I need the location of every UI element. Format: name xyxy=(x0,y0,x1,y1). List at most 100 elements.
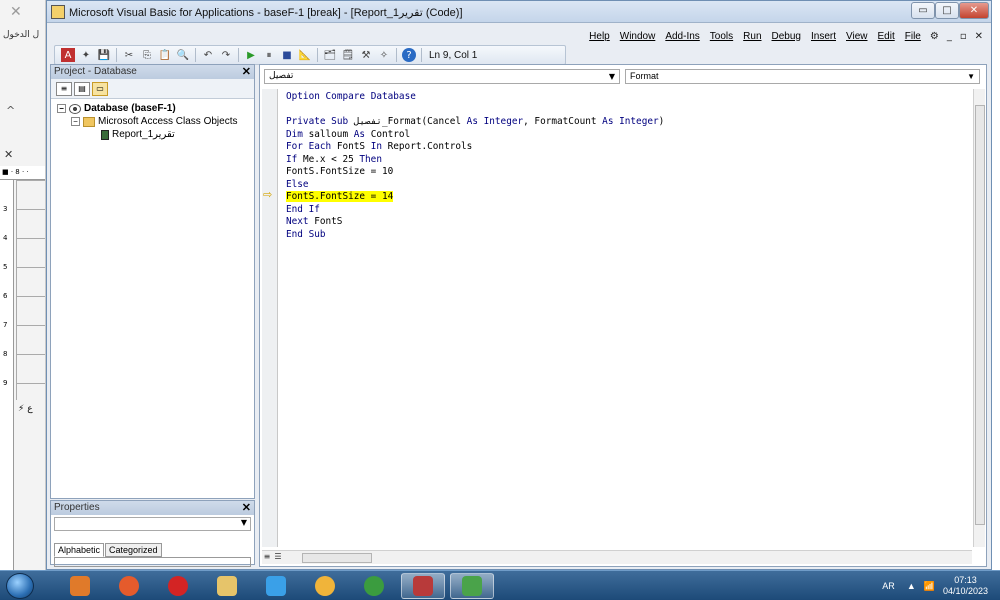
menu-tools[interactable]: Tools xyxy=(705,31,738,42)
menu-window[interactable]: Window xyxy=(615,31,661,42)
paste-icon[interactable]: 📋 xyxy=(158,48,172,62)
undo-icon[interactable]: ↶ xyxy=(201,48,215,62)
tree-node-database[interactable]: − Database (baseF-1) xyxy=(55,102,250,115)
break-icon[interactable]: ⏸ xyxy=(262,48,276,62)
code-line[interactable]: FontS.FontSize = 14 xyxy=(286,191,966,204)
properties-window-icon[interactable]: 🗒 xyxy=(341,48,355,62)
taskbar-app-internet-explorer[interactable] xyxy=(254,573,298,599)
close-icon[interactable]: ✕ xyxy=(242,65,251,79)
code-line[interactable]: Dim salloum As Control xyxy=(286,129,966,142)
collapse-icon[interactable]: − xyxy=(71,117,80,126)
tab-categorized[interactable]: Categorized xyxy=(105,543,162,557)
toggle-folders-button[interactable]: ▭ xyxy=(92,81,108,96)
cut-icon[interactable]: ✂ xyxy=(122,48,136,62)
mdi-close-button[interactable]: ✕ xyxy=(971,31,987,42)
file-explorer-icon xyxy=(217,576,237,596)
find-icon[interactable]: 🔍 xyxy=(176,48,190,62)
code-line-text: End Sub xyxy=(286,228,326,240)
taskbar-app-opera[interactable] xyxy=(156,573,200,599)
close-icon[interactable]: ✕ xyxy=(242,501,251,515)
toolbar-separator xyxy=(195,48,196,62)
database-icon xyxy=(69,103,81,114)
taskbar-app-firefox[interactable] xyxy=(107,573,151,599)
tree-node-report[interactable]: Report_1تقرير xyxy=(55,128,250,141)
view-access-icon[interactable]: A xyxy=(61,48,75,62)
redo-icon[interactable]: ↷ xyxy=(219,48,233,62)
menu-run[interactable]: Run xyxy=(738,31,766,42)
mdi-minimize-button[interactable]: _ xyxy=(943,31,956,42)
taskbar-app-media-player[interactable] xyxy=(58,573,102,599)
menu-file[interactable]: File xyxy=(900,31,926,42)
taskbar-app-chrome[interactable] xyxy=(352,573,396,599)
code-line-text: FontS.FontSize = 14 xyxy=(286,191,394,202)
copy-icon[interactable]: ⎘ xyxy=(140,48,154,62)
properties-grid[interactable] xyxy=(54,557,251,567)
close-icon[interactable]: ✕ xyxy=(10,4,22,20)
scrollbar-thumb[interactable] xyxy=(975,105,985,525)
properties-pane-title: Properties xyxy=(54,502,100,513)
minimize-button[interactable]: ▭ xyxy=(911,2,935,19)
taskbar-app-network-app[interactable] xyxy=(450,573,494,599)
clock[interactable]: 07:13 04/10/2023 xyxy=(943,575,988,597)
code-line[interactable]: Next FontS xyxy=(286,216,966,229)
toolbox-icon[interactable]: ✧ xyxy=(377,48,391,62)
code-line[interactable]: FontS.FontSize = 10 xyxy=(286,166,966,179)
close-button[interactable]: ✕ xyxy=(959,2,989,19)
mdi-access-icon[interactable]: ⚙ xyxy=(926,31,943,42)
insert-object-icon[interactable]: ✦ xyxy=(79,48,93,62)
tab-alphabetic[interactable]: Alphabetic xyxy=(54,543,105,557)
show-hidden-icons-icon[interactable]: ▲ xyxy=(907,581,916,591)
object-combo[interactable]: تفصيل ▼ xyxy=(264,69,620,84)
vertical-ruler: 3 4 5 6 7 8 9 xyxy=(0,180,14,570)
collapse-icon[interactable]: − xyxy=(57,104,66,113)
code-line[interactable] xyxy=(286,104,966,117)
code-line[interactable]: Private Sub تفصيل_Format(Cancel As Integ… xyxy=(286,116,966,129)
taskbar-app-access[interactable] xyxy=(401,573,445,599)
code-line-text: Dim salloum As Control xyxy=(286,128,411,140)
close-icon[interactable]: ✕ xyxy=(4,148,13,161)
menu-debug[interactable]: Debug xyxy=(767,31,806,42)
title-bar[interactable]: Microsoft Visual Basic for Applications … xyxy=(47,1,991,23)
margin-indicator-bar[interactable]: ⇨ xyxy=(262,89,278,547)
menu-view[interactable]: View xyxy=(841,31,873,42)
procedure-view-icon[interactable]: ≡ xyxy=(262,551,272,563)
menu-edit[interactable]: Edit xyxy=(873,31,900,42)
maximize-button[interactable]: □ xyxy=(935,2,959,19)
object-browser-icon[interactable]: ⚒ xyxy=(359,48,373,62)
view-code-button[interactable]: ≡ xyxy=(56,81,72,96)
procedure-combo[interactable]: Format ▼ xyxy=(625,69,980,84)
project-explorer-icon[interactable]: 🗂 xyxy=(323,48,337,62)
properties-object-select[interactable]: ▼ xyxy=(54,517,251,531)
help-icon[interactable]: ? xyxy=(402,48,416,62)
code-line[interactable]: For Each FontS In Report.Controls xyxy=(286,141,966,154)
view-object-button[interactable]: ▤ xyxy=(74,81,90,96)
start-button[interactable] xyxy=(6,573,34,599)
full-module-view-icon[interactable]: ☰ xyxy=(273,551,283,563)
horizontal-scrollbar[interactable]: ≡ ☰ xyxy=(262,550,972,564)
code-line-text: Next FontS xyxy=(286,216,343,227)
design-mode-icon[interactable]: 📐 xyxy=(298,48,312,62)
taskbar-app-download-manager[interactable] xyxy=(303,573,347,599)
toolbar-separator xyxy=(317,48,318,62)
code-line[interactable]: End If xyxy=(286,204,966,217)
code-line[interactable]: End Sub xyxy=(286,229,966,242)
menu-insert[interactable]: Insert xyxy=(806,31,841,42)
taskbar-app-file-explorer[interactable] xyxy=(205,573,249,599)
tree-node-class-objects[interactable]: − Microsoft Access Class Objects xyxy=(55,115,250,128)
code-line[interactable]: Option Compare Database xyxy=(286,91,966,104)
code-line[interactable]: Else xyxy=(286,179,966,192)
run-icon[interactable]: ▶ xyxy=(244,48,258,62)
code-editor[interactable]: Option Compare Database Private Sub تفصيل… xyxy=(286,91,966,546)
vertical-scrollbar[interactable] xyxy=(973,89,985,547)
mdi-restore-button[interactable]: ▫ xyxy=(956,31,971,42)
code-line[interactable]: If Me.x < 25 Then xyxy=(286,154,966,167)
scrollbar-thumb[interactable] xyxy=(302,553,372,563)
collapse-caret-icon[interactable]: ^ xyxy=(6,104,15,117)
language-indicator[interactable]: AR xyxy=(882,581,895,591)
reset-icon[interactable]: ■ xyxy=(280,48,294,62)
save-icon[interactable]: 💾 xyxy=(97,48,111,62)
opera-icon xyxy=(168,576,188,596)
menu-help[interactable]: Help xyxy=(584,31,615,42)
network-signal-icon[interactable]: 📶 xyxy=(924,581,935,592)
menu-add-ins[interactable]: Add-Ins xyxy=(660,31,704,42)
